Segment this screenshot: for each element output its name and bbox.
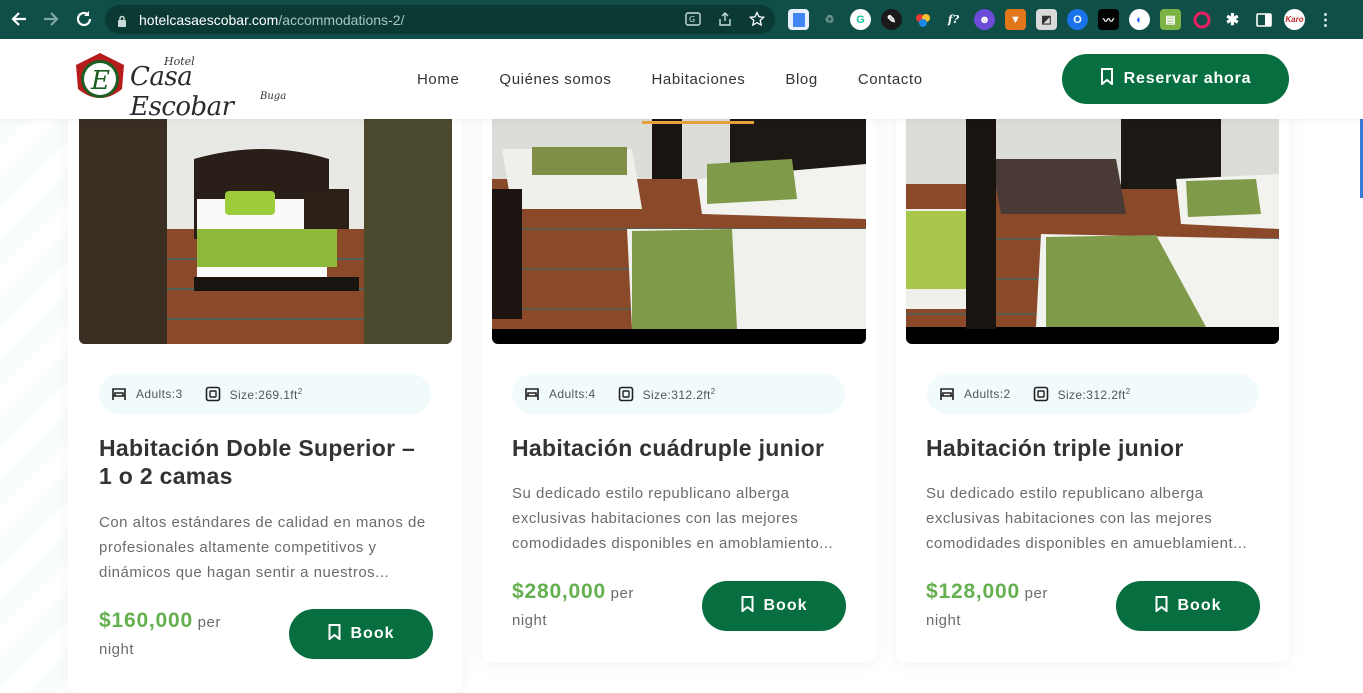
lock-icon[interactable] [117,14,127,27]
room-photo[interactable] [492,119,866,344]
bookmark-icon [328,623,341,645]
logo-city-text: Buga [260,91,287,102]
reserve-now-button[interactable]: Reservar ahora [1062,54,1289,104]
room-size: Size:269.1ft2 [229,386,303,402]
adults-count: Adults:3 [136,387,183,401]
room-meta: Adults:3 Size:269.1ft2 [99,374,431,414]
bookmark-icon [1155,595,1168,617]
room-card: Adults:4 Size:312.2ft2 Habitación cuádru… [482,100,876,663]
room-price: $280,000 per night [512,580,634,629]
size-icon [618,386,634,402]
side-panel-icon[interactable] [1253,9,1274,30]
background-pattern [0,119,70,693]
bed-icon [524,386,540,402]
room-photo[interactable] [79,119,452,344]
address-bar[interactable]: hotelcasaescobar.com/accommodations-2/ G [105,5,775,34]
grammarly-extension-icon[interactable]: G [850,9,871,30]
book-label: Book [1177,597,1222,614]
font-extension-icon[interactable]: f? [943,9,964,30]
main-nav: Home Quiénes somos Habitaciones Blog Con… [417,71,923,124]
bookmark-icon [741,595,754,617]
recycle-extension-icon[interactable]: ♻ [819,9,840,30]
bookmark-icon [1100,68,1114,90]
translate-icon[interactable]: G [685,11,701,27]
pen-extension-icon[interactable]: ✎ [881,9,902,30]
reload-icon[interactable] [73,8,95,30]
nav-blog[interactable]: Blog [785,71,817,88]
adults-count: Adults:4 [549,387,596,401]
room-card: Adults:2 Size:312.2ft2 Habitación triple… [896,100,1289,663]
svg-text:E: E [90,66,110,96]
nav-quienes-somos[interactable]: Quiénes somos [499,71,611,88]
room-description: Con altos estándares de calidad en manos… [99,514,426,581]
book-label: Book [350,625,395,642]
room-size: Size:312.2ft2 [1057,386,1131,402]
size-icon [205,386,221,402]
size-icon [1033,386,1049,402]
book-button[interactable]: Book [702,581,846,631]
bed-icon [939,386,955,402]
nav-contacto[interactable]: Contacto [858,71,923,88]
svg-text:G: G [689,15,695,24]
room-photo[interactable] [906,119,1279,344]
print-extension-icon[interactable]: ▤ [1160,9,1181,30]
profile-avatar[interactable]: Karo [1284,9,1305,30]
room-title[interactable]: Habitación Doble Superior –1 o 2 camas [99,434,439,490]
room-meta: Adults:4 Size:312.2ft2 [512,374,845,414]
adults-count: Adults:2 [964,387,1011,401]
fox-extension-icon[interactable]: ▼ [1005,9,1026,30]
nav-home[interactable]: Home [417,71,459,88]
ghost-extension-icon[interactable]: ☻ [974,9,995,30]
forward-arrow-icon[interactable] [40,8,62,30]
url-text[interactable]: hotelcasaescobar.com/accommodations-2/ [139,12,404,28]
book-button[interactable]: Book [289,609,433,659]
color-extension-icon[interactable] [912,9,933,30]
bookmark-star-icon[interactable] [748,10,766,27]
chrome-menu-icon[interactable]: ⋮ [1315,9,1336,30]
circle-extension-icon[interactable] [1191,9,1212,30]
bed-icon [111,386,127,402]
book-button[interactable]: Book [1116,581,1260,631]
room-title[interactable]: Habitación cuádruple junior [512,434,862,462]
room-title[interactable]: Habitación triple junior [926,434,1276,462]
back-arrow-icon[interactable] [8,8,30,30]
room-size: Size:312.2ft2 [642,386,716,402]
o-extension-icon[interactable]: O [1067,9,1088,30]
puzzle-app-extension-icon[interactable]: ◩ [1036,9,1057,30]
site-header: E Hotel Casa Escobar Buga Home Quiénes s… [0,39,1363,124]
extensions-puzzle-icon[interactable]: ✱ [1222,9,1243,30]
browser-toolbar: hotelcasaescobar.com/accommodations-2/ G… [0,0,1363,39]
share-icon[interactable] [717,11,733,27]
room-card: Adults:3 Size:269.1ft2 Habitación Doble … [68,100,462,693]
nav-habitaciones[interactable]: Habitaciones [642,71,755,124]
room-meta: Adults:2 Size:312.2ft2 [927,374,1259,414]
reserve-now-label: Reservar ahora [1123,70,1252,87]
room-price: $128,000 per night [926,580,1048,629]
wave-extension-icon[interactable]: 〰 [1098,9,1119,30]
book-label: Book [763,597,808,614]
room-description: Su dedicado estilo republicano alberga ex… [512,485,834,552]
chat-extension-icon[interactable]: ◐ [1129,9,1150,30]
hotel-logo[interactable]: E Hotel Casa Escobar Buga [72,51,302,122]
room-price: $160,000 per night [99,609,221,658]
room-description: Su dedicado estilo republicano alberga ex… [926,485,1248,552]
docs-extension-icon[interactable] [788,9,809,30]
